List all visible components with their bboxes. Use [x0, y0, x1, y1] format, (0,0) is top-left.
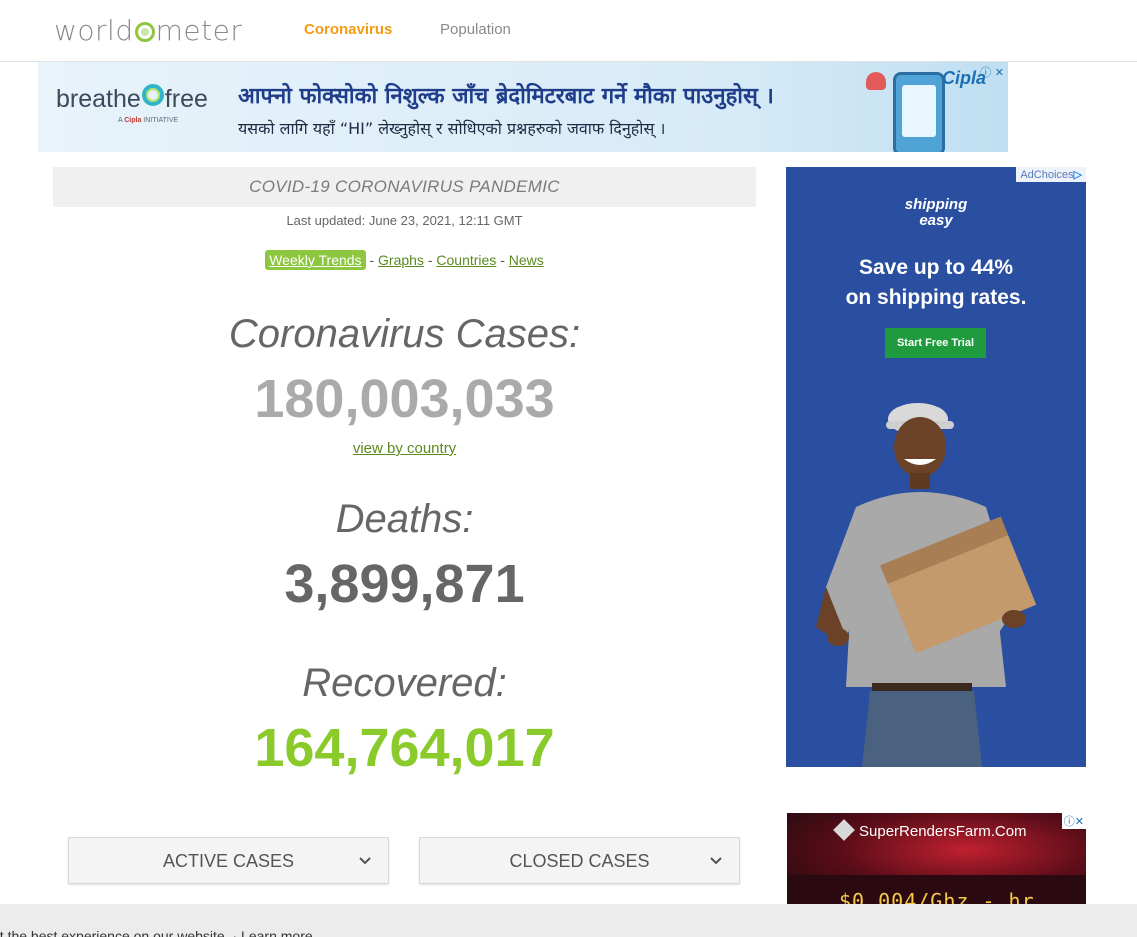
adchoices-text: AdChoices	[1020, 169, 1074, 181]
worldometer-logo[interactable]: world meter	[54, 14, 242, 47]
cookie-consent-bar: et the best experience on our website. ·…	[0, 904, 1137, 937]
closed-cases-label: CLOSED CASES	[509, 851, 650, 871]
lungs-icon	[866, 72, 886, 90]
news-link[interactable]: News	[509, 252, 544, 268]
top-navbar: world meter Coronavirus Population	[0, 0, 1137, 62]
brand-subtitle-b: Cipla	[124, 117, 142, 124]
ad-headline: आफ्नो फोक्सोको निशुल्क जाँच ब्रेदोमिटरबा…	[238, 84, 774, 109]
cookie-learn-more-link[interactable]: Learn more	[241, 928, 313, 937]
logo-text-left: world	[54, 14, 134, 47]
render-price: $0.004/Ghz - hr	[839, 889, 1035, 905]
shipping-easy-ad[interactable]: AdChoices▷ shipping easy Save up to 44% …	[786, 167, 1086, 767]
ad-close-icon[interactable]: ⓘ ✕	[980, 64, 1004, 80]
phone-icon	[893, 72, 945, 152]
pandemic-title-bar: COVID-19 CORONAVIRUS PANDEMIC	[53, 167, 756, 207]
shipping-logo-line2: easy	[919, 212, 953, 229]
link-separator: -	[423, 252, 437, 268]
nav-link-coronavirus[interactable]: Coronavirus	[304, 21, 392, 38]
shipping-logo-line1: shipping	[904, 196, 968, 213]
deaths-label: Deaths:	[335, 497, 474, 541]
top-banner-ad[interactable]: breathe free A Cipla INITIATIVE आफ्नो फोक…	[38, 62, 1008, 152]
breathe-free-logo: breathe free	[56, 84, 208, 114]
weekly-trends-link[interactable]: Weekly Trends	[265, 250, 366, 270]
closed-cases-dropdown[interactable]: CLOSED CASES	[419, 837, 740, 884]
countries-link[interactable]: Countries	[436, 252, 496, 268]
brand-subtitle: A Cipla INITIATIVE	[118, 117, 178, 124]
adchoices-icon: ▷	[1073, 169, 1082, 181]
last-updated-text: Last updated: June 23, 2021, 12:11 GMT	[286, 213, 523, 228]
adchoices-badge[interactable]: AdChoices▷	[1016, 167, 1086, 182]
ad-close-icon[interactable]: ⓘ✕	[1061, 813, 1086, 829]
brand-text-a: breathe	[56, 85, 141, 113]
brand-text-b: free	[164, 85, 208, 113]
link-separator: -	[365, 252, 379, 268]
cookie-text: et the best experience on our website. ·…	[0, 928, 313, 937]
super-renders-farm-ad[interactable]: SuperRendersFarm.Com $0.004/Ghz - hr ⓘ✕	[787, 813, 1086, 905]
cases-count: 180,003,033	[254, 369, 555, 429]
nav-link-population[interactable]: Population	[440, 21, 511, 38]
super-renders-brand: SuperRendersFarm.Com	[859, 823, 1027, 840]
recovered-label: Recovered:	[302, 661, 507, 705]
shipping-easy-logo: shipping easy	[786, 197, 1086, 229]
ad-headline: Save up to 44% on shipping rates.	[786, 253, 1086, 313]
delivery-person-image	[786, 387, 1086, 767]
cube-logo-icon	[833, 819, 855, 841]
active-cases-label: ACTIVE CASES	[162, 851, 295, 871]
link-separator: -	[496, 252, 509, 268]
ad-subline: यसको लागि यहाँ “HI” लेख्नुहोस् र सोधिएको…	[238, 119, 666, 138]
start-free-trial-button[interactable]: Start Free Trial	[885, 328, 986, 358]
breathe-ring-icon	[141, 84, 164, 106]
deaths-count: 3,899,871	[284, 554, 525, 614]
active-cases-dropdown[interactable]: ACTIVE CASES	[68, 837, 389, 884]
view-by-country-link[interactable]: view by country	[53, 440, 756, 457]
cases-label: Coronavirus Cases:	[228, 312, 581, 356]
ad-headline-line2: on shipping rates.	[845, 286, 1027, 309]
cookie-separator: ·	[232, 928, 242, 937]
chevron-down-icon	[709, 838, 723, 904]
brand-subtitle-c: INITIATIVE	[141, 117, 179, 124]
recovered-count: 164,764,017	[254, 718, 555, 778]
section-links: Weekly Trends - Graphs - Countries - New…	[53, 250, 756, 270]
chevron-down-icon	[358, 838, 372, 904]
graphs-link[interactable]: Graphs	[378, 252, 424, 268]
logo-globe-icon	[134, 22, 155, 42]
logo-text-right: meter	[155, 14, 243, 47]
ad-headline-line1: Save up to 44%	[858, 256, 1014, 279]
cookie-message: et the best experience on our website.	[0, 928, 229, 937]
